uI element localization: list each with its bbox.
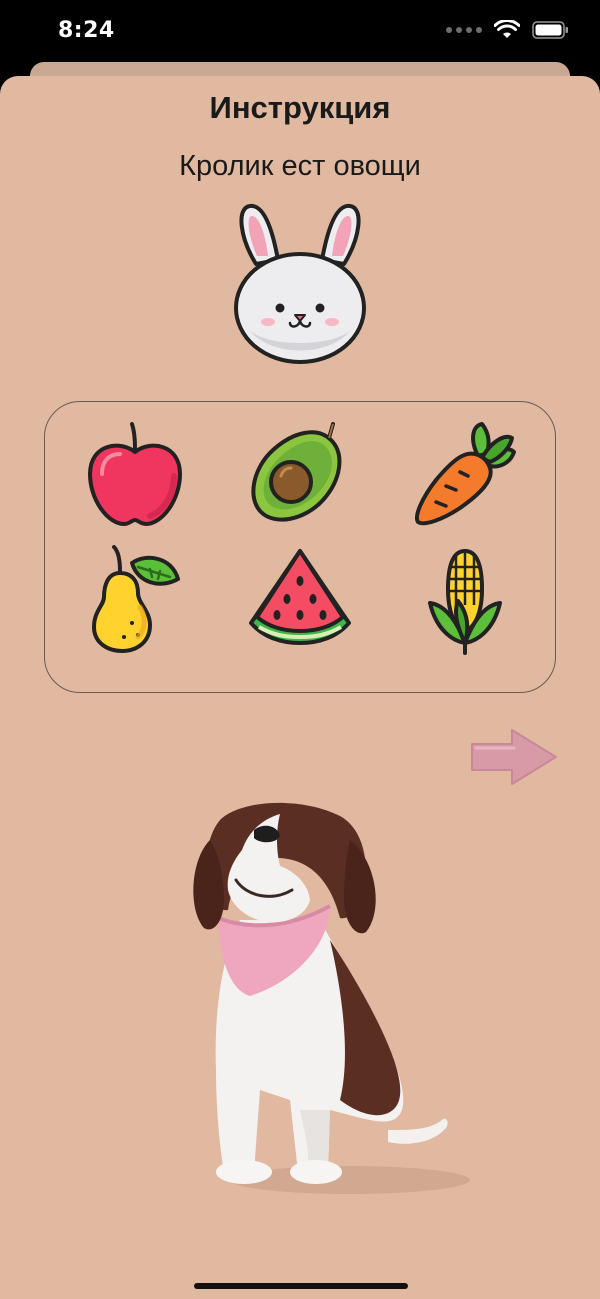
apple-icon	[88, 422, 182, 526]
instruction-text: Кролик ест овощи	[179, 150, 421, 182]
food-item-corn[interactable]	[410, 545, 520, 655]
bunny-icon	[234, 204, 366, 364]
status-icons	[446, 20, 570, 40]
wifi-icon	[494, 20, 520, 38]
corn-icon	[428, 549, 502, 655]
avocado-icon	[251, 422, 342, 522]
battery-icon	[532, 21, 568, 39]
status-bar: 8:24	[0, 0, 600, 70]
home-indicator[interactable]	[194, 1283, 408, 1289]
food-item-pear[interactable]	[80, 545, 190, 655]
food-item-carrot[interactable]	[410, 420, 520, 530]
watermelon-icon	[249, 549, 351, 645]
pear-icon	[92, 545, 180, 653]
screen: 8:24 Инструкция Кролик ест овощи	[0, 0, 600, 1299]
status-time: 8:24	[58, 18, 115, 43]
food-item-apple[interactable]	[80, 420, 190, 530]
arrow-right-icon[interactable]	[466, 726, 562, 788]
dog-mascot	[193, 802, 470, 1194]
signal-icon	[446, 27, 482, 33]
food-item-avocado[interactable]	[245, 420, 355, 530]
carrot-icon	[415, 422, 516, 526]
food-item-watermelon[interactable]	[245, 545, 355, 655]
page-title: Инструкция	[209, 90, 391, 125]
